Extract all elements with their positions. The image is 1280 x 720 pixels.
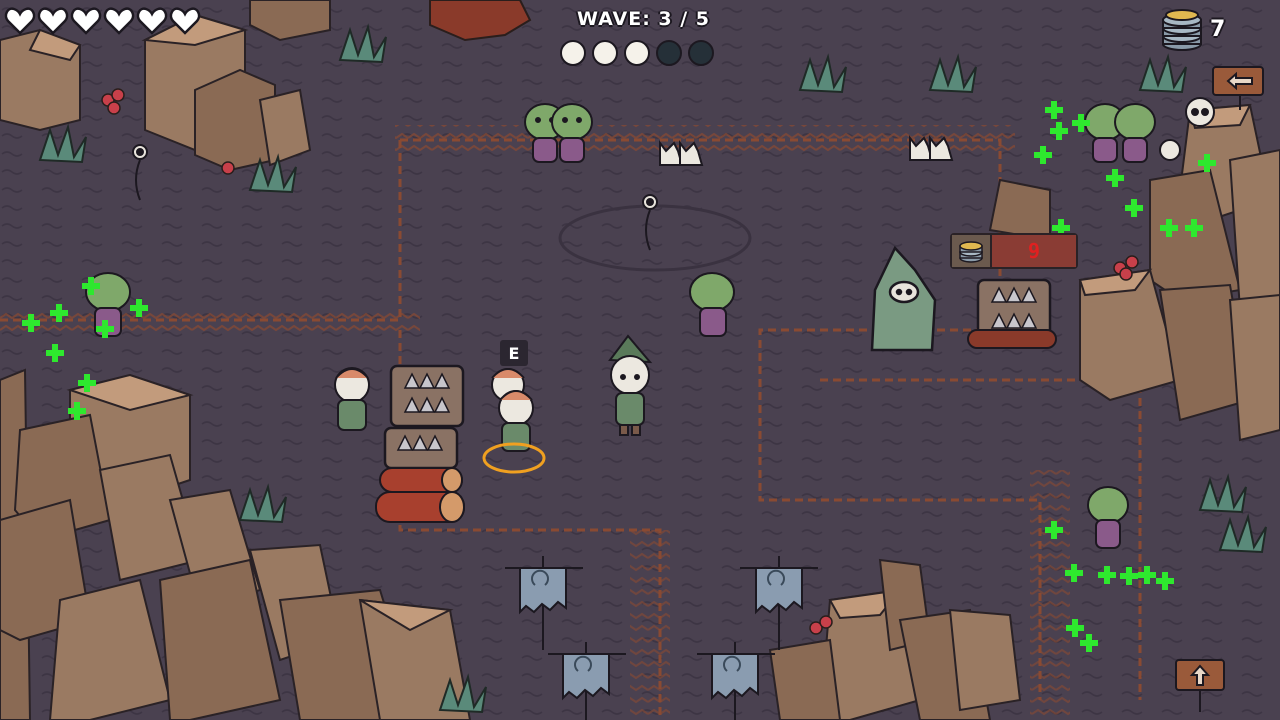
shop-price-value: 9 (992, 235, 1076, 267)
spike-trap-lower[interactable] (383, 426, 459, 470)
wave-dot-completed (592, 40, 618, 66)
heart-icon (4, 7, 36, 35)
price-coin-icon (952, 235, 992, 267)
elf-archer (498, 390, 534, 452)
heart-icon (169, 7, 201, 35)
spike-trap-shop-preview[interactable] (967, 278, 1057, 349)
wave-dot-pending (656, 40, 682, 66)
wave-dot-pending (688, 40, 714, 66)
heart-icon (103, 7, 135, 35)
coin-stack-icon (1162, 9, 1202, 51)
spike-trap-upper[interactable] (389, 364, 465, 428)
shop-price-tag[interactable]: 9 (950, 233, 1078, 269)
coin-counter: 7 (1160, 6, 1225, 52)
wave-counter: WAVE: 3 / 5 (577, 8, 711, 30)
lives-bar (4, 6, 201, 36)
path-right-lane (1030, 470, 1070, 720)
interact-key-prompt: E (500, 340, 528, 366)
heart-icon (136, 7, 168, 35)
coin-count: 7 (1210, 16, 1226, 42)
heart-icon (70, 7, 102, 35)
heart-icon (37, 7, 69, 35)
log-barricade (375, 467, 465, 523)
wave-dot-completed (624, 40, 650, 66)
wave-progress (560, 40, 714, 66)
game-world (0, 0, 1280, 720)
wave-dot-completed (560, 40, 586, 66)
path-bottom-lane (630, 530, 670, 720)
game-scene: WAVE: 3 / 5 7 E 9 (0, 0, 1280, 720)
